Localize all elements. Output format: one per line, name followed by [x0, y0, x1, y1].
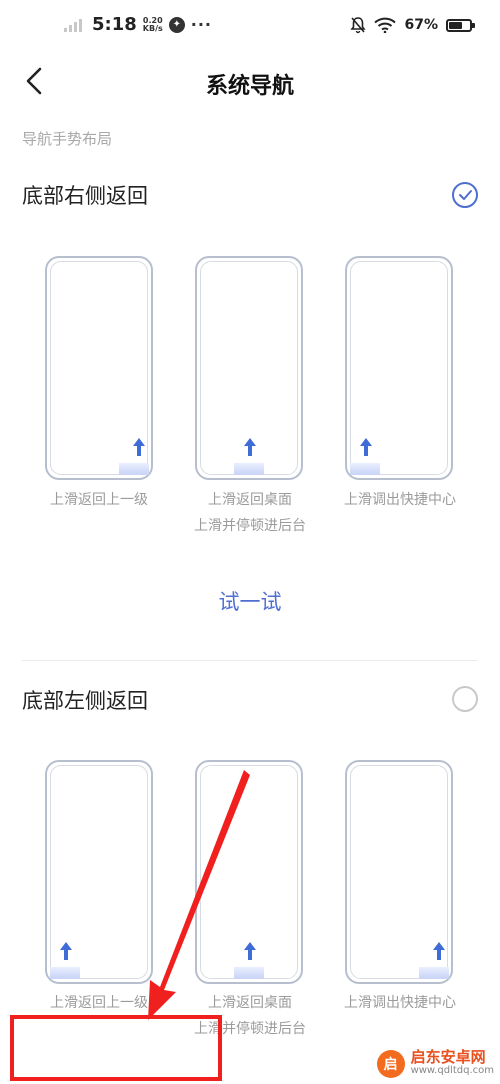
- caption-shortcut: 上滑调出快捷中心: [344, 995, 456, 1011]
- phone-preview-back: [45, 760, 153, 984]
- caption-shortcut: 上滑调出快捷中心: [344, 492, 456, 508]
- gesture-zone: [419, 967, 449, 979]
- muted-bell-icon: [350, 17, 367, 34]
- watermark-logo: 启: [376, 1050, 405, 1078]
- gesture-zone: [50, 967, 80, 979]
- gesture-zone: [119, 463, 149, 475]
- status-right: 67%: [350, 16, 475, 34]
- page-title: 系统导航: [205, 74, 294, 99]
- up-arrow-icon: [60, 942, 72, 960]
- status-bar: 5:18 0.20 KB/s ✦ ··· 67%: [0, 0, 500, 56]
- phone-preview-home: [195, 760, 303, 984]
- caption-back: 上滑返回上一级: [50, 995, 148, 1011]
- more-notifications-icon: ···: [190, 15, 212, 34]
- network-speed: 0.20 KB/s: [142, 15, 163, 33]
- battery-percent: 67%: [404, 17, 438, 33]
- gesture-zone: [350, 463, 380, 475]
- caption-home: 上滑返回桌面: [208, 995, 292, 1011]
- phone-preview-home: [195, 256, 303, 480]
- watermark-url: www.qdltdq.com: [410, 1065, 494, 1076]
- option-title-right-back[interactable]: 底部右侧返回: [22, 180, 148, 210]
- up-arrow-icon: [360, 438, 372, 456]
- wifi-icon: [374, 17, 397, 33]
- gesture-zone: [234, 463, 264, 475]
- gesture-zone: [234, 967, 264, 979]
- section-label: 导航手势布局: [22, 130, 113, 148]
- option-title-left-back[interactable]: 底部左侧返回: [22, 685, 148, 715]
- annotation-box: [10, 1015, 222, 1081]
- battery-icon: [446, 18, 475, 32]
- caption-home: 上滑返回桌面: [208, 492, 292, 508]
- watermark-name: 启东安卓网: [410, 1048, 486, 1066]
- signal-icon: [64, 18, 82, 32]
- option-radio-right-back[interactable]: [452, 182, 478, 208]
- check-icon: [459, 190, 472, 200]
- option-radio-left-back[interactable]: [452, 686, 478, 712]
- up-arrow-icon: [244, 438, 256, 456]
- divider: [22, 660, 478, 661]
- app-notification-icon: ✦: [168, 16, 185, 33]
- phone-preview-shortcut: [345, 760, 453, 984]
- title-bar: 系统导航: [0, 56, 500, 106]
- up-arrow-icon: [433, 942, 445, 960]
- up-arrow-icon: [244, 942, 256, 960]
- status-time: 5:18: [92, 14, 137, 35]
- caption-back: 上滑返回上一级: [50, 492, 148, 508]
- caption-home-hold: 上滑并停顿进后台: [194, 518, 306, 534]
- try-it-button[interactable]: 试一试: [0, 586, 500, 616]
- watermark: 启 启东安卓网 www.qdltdq.com: [376, 1048, 494, 1078]
- up-arrow-icon: [133, 438, 145, 456]
- phone-preview-back: [45, 256, 153, 480]
- phone-preview-shortcut: [345, 256, 453, 480]
- status-left: 5:18 0.20 KB/s ✦ ···: [64, 14, 212, 35]
